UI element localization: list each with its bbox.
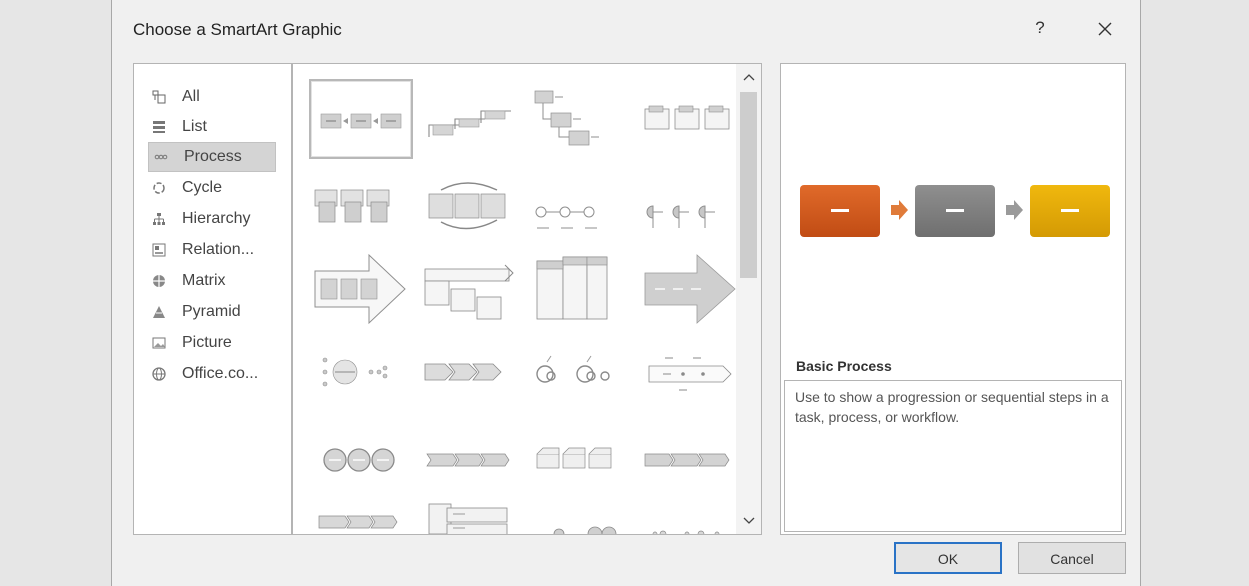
category-pyramid[interactable]: Pyramid bbox=[147, 297, 277, 327]
category-label: Cycle bbox=[182, 179, 223, 196]
category-list-item[interactable]: List bbox=[147, 112, 277, 142]
category-relationship[interactable]: Relation... bbox=[147, 235, 277, 265]
list-icon bbox=[152, 120, 166, 134]
layout-accent-process[interactable] bbox=[529, 79, 633, 159]
layout-circle-process[interactable] bbox=[529, 172, 633, 252]
chevron-down-icon bbox=[743, 517, 754, 524]
layout-gallery bbox=[292, 63, 762, 535]
hierarchy-icon bbox=[152, 212, 166, 226]
process-arrow-2 bbox=[1006, 200, 1023, 220]
layout-circular-arrows[interactable] bbox=[529, 332, 633, 412]
preview-description: Use to show a progression or sequential … bbox=[784, 380, 1122, 532]
layout-circles-chain[interactable] bbox=[309, 418, 413, 498]
preview-panel: Basic Process Use to show a progression … bbox=[780, 63, 1126, 535]
layout-timeline[interactable] bbox=[639, 332, 743, 412]
category-list: All List Process Cycle Hierarchy Relatio… bbox=[133, 63, 292, 535]
layout-pie-process[interactable] bbox=[309, 172, 413, 252]
category-process[interactable]: Process bbox=[148, 142, 276, 172]
chevron-up-icon bbox=[743, 74, 754, 81]
process-arrow-1 bbox=[891, 200, 908, 220]
layout-detailed-process[interactable] bbox=[419, 496, 523, 534]
matrix-icon bbox=[152, 274, 166, 288]
layout-random-steps[interactable] bbox=[639, 496, 743, 534]
close-icon bbox=[1098, 22, 1112, 36]
category-label: All bbox=[182, 88, 200, 105]
category-label: Picture bbox=[182, 334, 232, 351]
layout-staggered-process[interactable] bbox=[419, 249, 523, 329]
preview-diagram bbox=[800, 185, 1110, 237]
layout-process-arrows[interactable] bbox=[309, 249, 413, 329]
category-label: List bbox=[182, 118, 207, 135]
layout-step-up-process[interactable] bbox=[419, 79, 523, 159]
relationship-icon bbox=[152, 243, 166, 257]
scroll-down-button[interactable] bbox=[736, 510, 761, 532]
preview-title: Basic Process bbox=[796, 358, 892, 374]
category-label: Relation... bbox=[182, 241, 255, 258]
category-hierarchy[interactable]: Hierarchy bbox=[147, 204, 277, 234]
layout-interconnected-circles[interactable] bbox=[639, 172, 743, 252]
layout-chevron-list[interactable] bbox=[309, 496, 413, 534]
layout-circle-arrow-process[interactable] bbox=[309, 332, 413, 412]
layout-gear-circles[interactable] bbox=[529, 496, 633, 534]
dialog-title: Choose a SmartArt Graphic bbox=[133, 20, 342, 39]
layout-segmented-chevrons[interactable] bbox=[419, 418, 523, 498]
category-matrix[interactable]: Matrix bbox=[147, 266, 277, 296]
category-label: Pyramid bbox=[182, 303, 241, 320]
layout-tabbed-process[interactable] bbox=[529, 418, 633, 498]
smartart-dialog: Choose a SmartArt Graphic ? All List Pro… bbox=[111, 0, 1141, 586]
process-icon bbox=[154, 150, 168, 164]
scroll-thumb[interactable] bbox=[740, 92, 757, 278]
close-button[interactable] bbox=[1092, 16, 1118, 42]
cycle-icon bbox=[152, 181, 166, 195]
picture-icon bbox=[152, 336, 166, 350]
title-bar: Choose a SmartArt Graphic ? bbox=[112, 0, 1140, 62]
layout-alternating-flow[interactable] bbox=[639, 79, 743, 159]
category-label: Process bbox=[184, 148, 242, 165]
category-label: Office.co... bbox=[182, 365, 259, 382]
category-label: Hierarchy bbox=[182, 210, 251, 227]
category-all[interactable]: All bbox=[147, 82, 277, 112]
office-com-icon bbox=[152, 367, 166, 381]
layout-upward-arrow[interactable] bbox=[639, 249, 743, 329]
help-button[interactable]: ? bbox=[1030, 18, 1050, 42]
layout-arrow-ribbon[interactable] bbox=[639, 418, 743, 498]
layout-vertical-chevron[interactable] bbox=[529, 249, 633, 329]
all-icon bbox=[152, 90, 166, 104]
ok-button[interactable]: OK bbox=[894, 542, 1002, 574]
category-picture[interactable]: Picture bbox=[147, 328, 277, 358]
layout-continuous-block[interactable] bbox=[419, 172, 523, 252]
scroll-up-button[interactable] bbox=[736, 66, 761, 88]
category-label: Matrix bbox=[182, 272, 226, 289]
pyramid-icon bbox=[152, 305, 166, 319]
layout-basic-chevron-process[interactable] bbox=[419, 332, 523, 412]
category-cycle[interactable]: Cycle bbox=[147, 173, 277, 203]
layout-basic-process[interactable] bbox=[309, 79, 413, 159]
gallery-scrollbar[interactable] bbox=[736, 64, 761, 534]
cancel-button[interactable]: Cancel bbox=[1018, 542, 1126, 574]
category-office-com[interactable]: Office.co... bbox=[147, 359, 277, 389]
